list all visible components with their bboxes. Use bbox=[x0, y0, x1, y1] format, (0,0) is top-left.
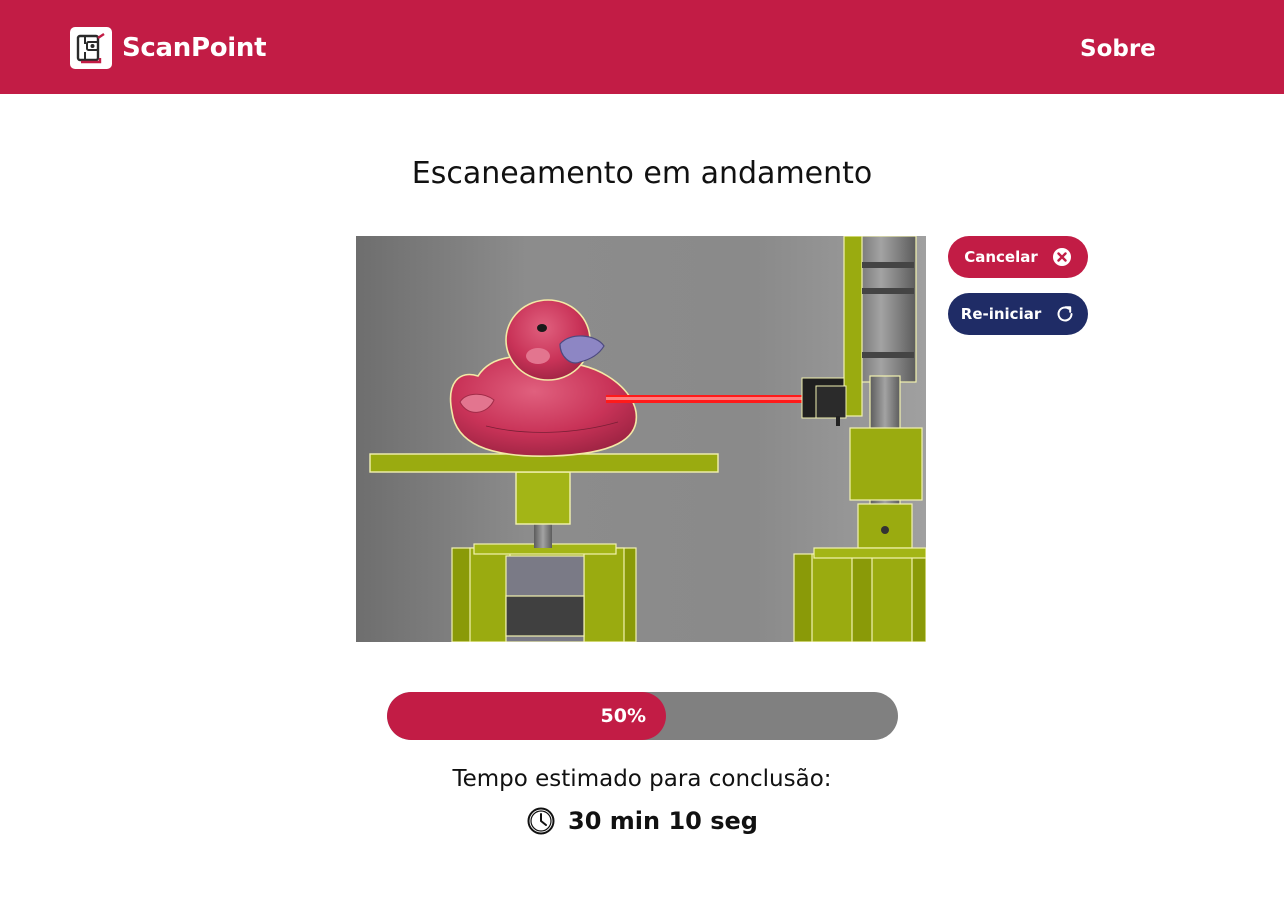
scanner-logo-icon bbox=[70, 27, 112, 69]
brand-name: ScanPoint bbox=[122, 33, 267, 63]
top-bar: ScanPoint Sobre bbox=[0, 0, 1284, 94]
clock-icon bbox=[526, 806, 556, 836]
cancel-button[interactable]: Cancelar bbox=[948, 236, 1088, 278]
cancel-button-label: Cancelar bbox=[964, 248, 1038, 266]
restart-button[interactable]: Re-iniciar bbox=[948, 293, 1088, 335]
close-circle-icon bbox=[1052, 247, 1072, 267]
eta-value: 30 min 10 seg bbox=[568, 807, 758, 835]
scan-preview-image bbox=[356, 236, 926, 642]
scan-progress-bar: 50% bbox=[387, 692, 898, 740]
nav-about-link[interactable]: Sobre bbox=[1080, 36, 1156, 62]
brand-home-link[interactable]: ScanPoint bbox=[70, 27, 267, 69]
eta-label: Tempo estimado para conclusão: bbox=[452, 766, 832, 792]
restart-button-label: Re-iniciar bbox=[960, 305, 1042, 323]
scan-progress-label: 50% bbox=[600, 705, 646, 727]
page-title: Escaneamento em andamento bbox=[411, 156, 873, 191]
eta-row: 30 min 10 seg bbox=[0, 806, 1284, 836]
scan-progress-fill: 50% bbox=[387, 692, 666, 740]
refresh-icon bbox=[1055, 304, 1075, 324]
